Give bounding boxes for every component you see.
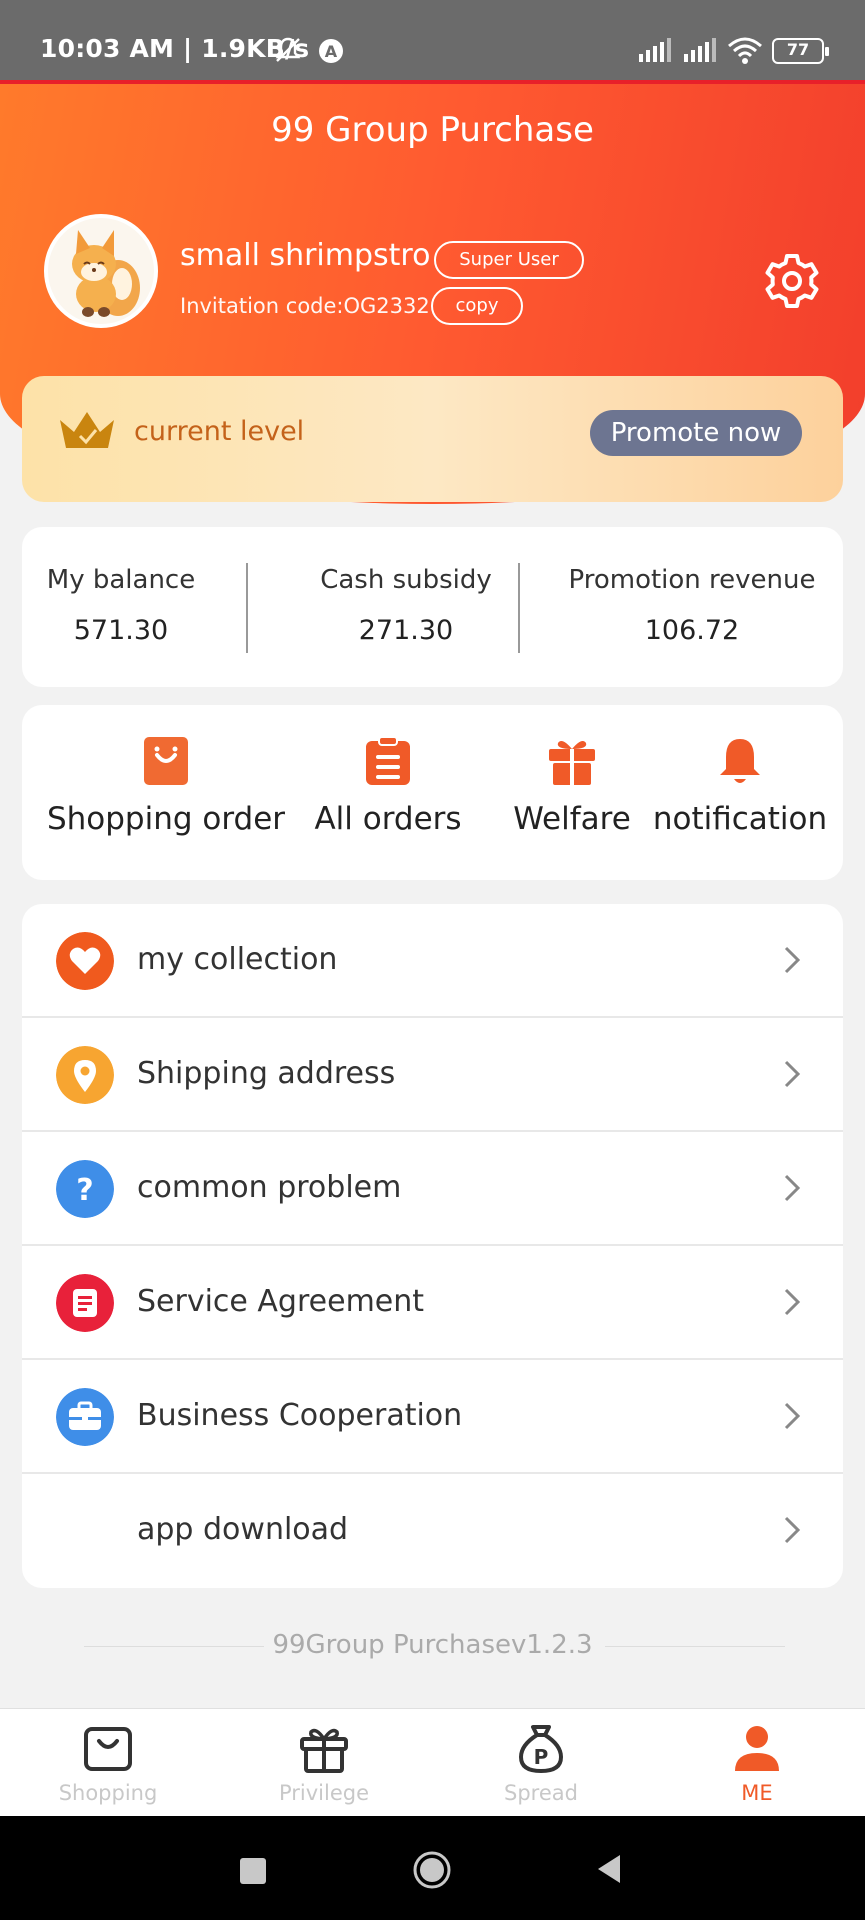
menu-item-my-collection[interactable]: my collection (22, 904, 843, 1018)
crown-icon (60, 412, 114, 448)
tab-me[interactable]: ME (682, 1723, 832, 1805)
divider (246, 563, 248, 653)
mute-icon (275, 37, 301, 62)
shortcut-label: notification (652, 801, 828, 837)
shortcut-shopping-order[interactable]: Shopping order (46, 735, 286, 837)
username: small shrimpstro (180, 238, 431, 273)
shortcut-notification[interactable]: notification (648, 735, 832, 837)
shortcut-all-orders[interactable]: All orders (308, 735, 468, 837)
back-button[interactable] (594, 1853, 624, 1885)
chevron-right-icon (784, 1288, 801, 1316)
page-title: 99 Group Purchase (271, 110, 594, 150)
balance-label: Cash subsidy (320, 565, 492, 595)
svg-text:P: P (534, 1745, 549, 1769)
menu-label: Business Cooperation (137, 1398, 463, 1433)
system-nav-bar (0, 1816, 865, 1920)
menu-item-shipping-address[interactable]: Shipping address (22, 1018, 843, 1132)
signal-icon (684, 38, 716, 62)
question-icon: ? (56, 1160, 114, 1218)
tab-label: Privilege (278, 1781, 370, 1805)
balance-value: 571.30 (73, 615, 169, 646)
chevron-right-icon (784, 1174, 801, 1202)
signal-icon (639, 38, 671, 62)
shortcut-label: Welfare (513, 801, 631, 837)
gift-icon (549, 741, 595, 785)
tab-label: Spread (504, 1781, 578, 1805)
recents-button[interactable] (240, 1858, 266, 1884)
menu-item-common-problem[interactable]: ? common problem (22, 1132, 843, 1246)
app-notification-icon: A (319, 39, 343, 63)
menu-item-business-cooperation[interactable]: Business Cooperation (22, 1360, 843, 1474)
chevron-right-icon (784, 946, 801, 974)
balance-value: 271.30 (358, 615, 454, 646)
tab-label: Shopping (58, 1781, 158, 1805)
menu-label: Service Agreement (137, 1284, 425, 1319)
chevron-right-icon (784, 1516, 801, 1544)
menu-label: app download (137, 1512, 349, 1547)
heart-icon (56, 932, 114, 990)
divider (518, 563, 520, 653)
shopping-bag-icon (144, 737, 188, 785)
chevron-right-icon (784, 1402, 801, 1430)
shortcut-label: Shopping order (46, 801, 286, 837)
tab-privilege[interactable]: Privilege (249, 1723, 399, 1805)
balance-label: My balance (46, 565, 196, 595)
svg-text:?: ? (76, 1173, 93, 1208)
wifi-icon (728, 37, 762, 64)
level-card: current level Promote now (22, 376, 843, 502)
bottom-tab-bar: Shopping Privilege P Spread ME (0, 1708, 865, 1816)
clipboard-icon (366, 736, 410, 785)
avatar[interactable] (44, 214, 158, 328)
shopping-bag-icon (84, 1727, 132, 1771)
balance-label: Promotion revenue (568, 565, 816, 595)
tab-label: ME (741, 1781, 773, 1805)
user-level-badge: Super User (434, 241, 584, 279)
status-bar: 10:03 AM | 1.9KB/s A 77 (0, 0, 865, 84)
balance-item-cash-subsidy[interactable]: Cash subsidy 271.30 (290, 565, 522, 646)
bell-icon (720, 739, 760, 783)
promote-now-button[interactable]: Promote now (590, 410, 802, 456)
menu-label: my collection (137, 942, 338, 977)
balance-card: My balance 571.30 Cash subsidy 271.30 Pr… (22, 527, 843, 687)
tab-spread[interactable]: P Spread (466, 1723, 616, 1805)
location-pin-icon (56, 1046, 114, 1104)
fox-avatar-icon (48, 218, 154, 324)
settings-gear-icon[interactable] (763, 252, 821, 310)
menu-label: common problem (137, 1170, 402, 1205)
money-bag-icon: P (518, 1725, 564, 1774)
menu-item-app-download[interactable]: app download (22, 1474, 843, 1588)
app-version: 99Group Purchasev1.2.3 (272, 1630, 593, 1660)
balance-value: 106.72 (644, 615, 740, 646)
invitation-code: Invitation code:OG2332 (180, 294, 430, 318)
tab-shopping[interactable]: Shopping (33, 1723, 183, 1805)
gift-icon (300, 1728, 348, 1773)
balance-item-promotion-revenue[interactable]: Promotion revenue 106.72 (562, 565, 822, 646)
shortcut-card: Shopping order All orders Welfare notifi… (22, 705, 843, 880)
briefcase-icon (56, 1388, 114, 1446)
menu-list: my collection Shipping address ? common … (22, 904, 843, 1588)
copy-button[interactable]: copy (431, 287, 523, 325)
menu-label: Shipping address (137, 1056, 396, 1091)
battery-icon: 77 (772, 38, 829, 64)
shortcut-welfare[interactable]: Welfare (494, 735, 650, 837)
home-button[interactable] (412, 1850, 452, 1890)
menu-item-service-agreement[interactable]: Service Agreement (22, 1246, 843, 1360)
current-level-label: current level (134, 416, 305, 447)
chevron-right-icon (784, 1060, 801, 1088)
person-icon (735, 1726, 779, 1771)
document-icon (56, 1274, 114, 1332)
svg-text:A: A (325, 42, 338, 61)
balance-item-my-balance[interactable]: My balance 571.30 (46, 565, 196, 646)
status-time: 10:03 AM | 1.9KB/s (40, 34, 310, 63)
shortcut-label: All orders (314, 801, 462, 837)
